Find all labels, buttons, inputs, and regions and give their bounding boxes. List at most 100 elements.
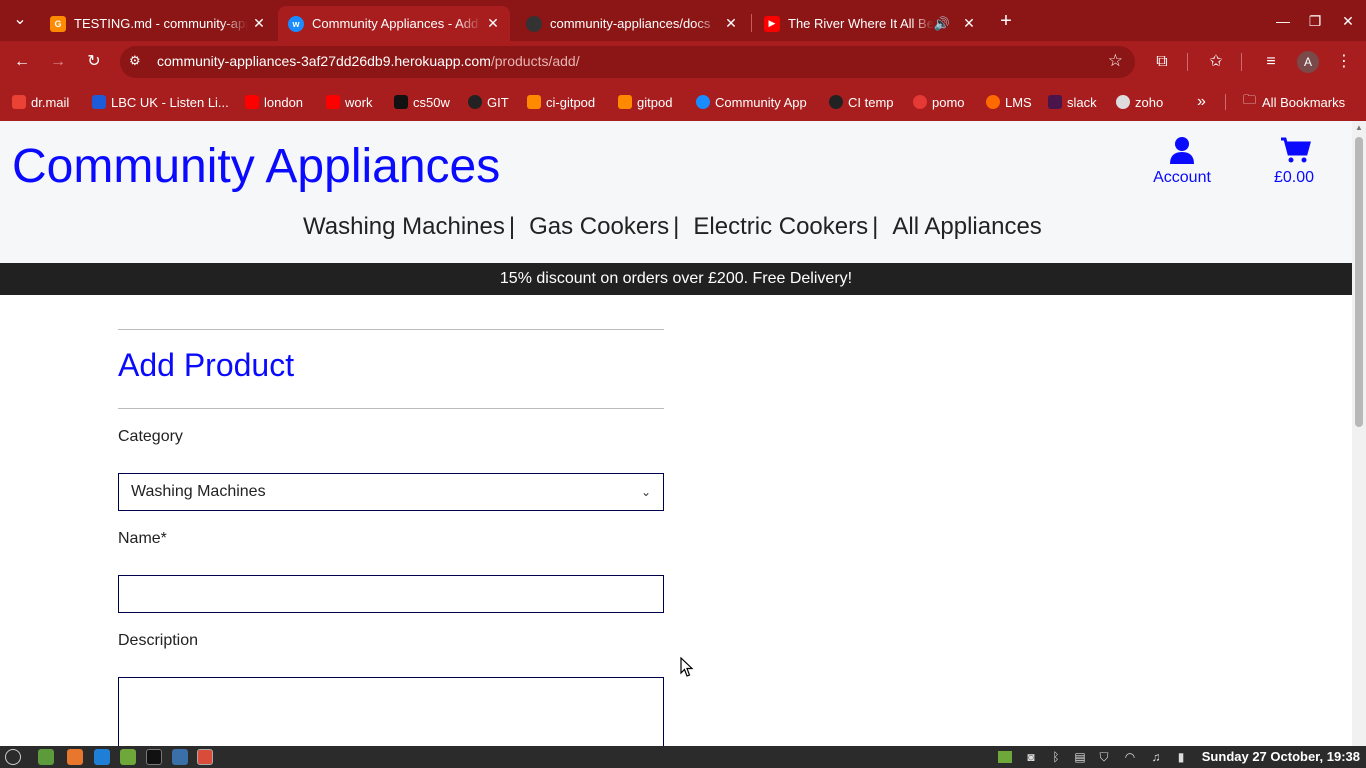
bookmark-label: pomo xyxy=(932,94,965,110)
shopping-cart-icon xyxy=(1281,137,1311,163)
back-icon[interactable]: ← xyxy=(10,50,34,74)
bookmark-cs50w[interactable]: cs50w xyxy=(394,92,450,112)
bookmark-label: CI temp xyxy=(848,94,894,110)
bookmark-label: ci-gitpod xyxy=(546,94,596,110)
lbc-icon xyxy=(92,95,106,109)
terminal-icon[interactable] xyxy=(146,749,162,765)
tab-separator xyxy=(751,14,752,32)
site-logo[interactable]: Community Appliances xyxy=(12,139,500,194)
bluetooth-icon[interactable]: ᛒ xyxy=(1049,749,1063,765)
bookmark-slack[interactable]: slack xyxy=(1048,92,1097,112)
account-link[interactable]: Account xyxy=(1142,135,1222,187)
bookmark-ci-temp[interactable]: CI temp xyxy=(829,92,894,112)
close-window-icon[interactable]: ✕ xyxy=(1335,8,1361,34)
firefox-icon[interactable] xyxy=(67,749,83,765)
cart-link[interactable]: £0.00 xyxy=(1254,135,1334,187)
category-label: Category xyxy=(118,428,183,445)
screenshot-icon[interactable] xyxy=(172,749,188,765)
close-icon[interactable]: ✕ xyxy=(720,15,742,32)
restore-icon[interactable]: ❐ xyxy=(1302,8,1328,34)
bookmark-git[interactable]: GIT xyxy=(468,92,509,112)
tab-testing-md[interactable]: G TESTING.md - community-appliances ✕ xyxy=(40,6,276,41)
page-title: Add Product xyxy=(118,347,295,383)
bookmark-gitpod[interactable]: gitpod xyxy=(618,92,672,112)
bookmarks-bar: dr.mail LBC UK - Listen Li... london wor… xyxy=(0,83,1366,121)
os-taskbar: ◙ ᛒ ▤ ⛉ ◠ ♫ ▮ Sunday 27 October, 19:38 xyxy=(0,746,1366,768)
address-bar[interactable]: ⚙ community-appliances-3af27dd26db9.hero… xyxy=(120,46,1135,78)
nav-electric-cookers[interactable]: Electric Cookers xyxy=(693,213,868,240)
bookmark-label: Community App xyxy=(715,94,807,110)
profile-avatar[interactable]: A xyxy=(1297,51,1319,73)
nav-washing-machines[interactable]: Washing Machines xyxy=(303,213,505,240)
description-label: Description xyxy=(118,632,199,649)
show-desktop-icon[interactable] xyxy=(38,749,54,765)
bookmark-lms[interactable]: LMS xyxy=(986,92,1032,112)
nav-all-appliances[interactable]: All Appliances xyxy=(892,213,1041,240)
tab-strip: ⌄ G TESTING.md - community-appliances ✕ … xyxy=(0,0,1366,41)
all-bookmarks-folder[interactable]: 🗀 All Bookmarks xyxy=(1243,92,1345,112)
mouse-pointer-icon xyxy=(680,657,694,677)
music-note-icon[interactable]: ♫ xyxy=(1149,749,1163,765)
nav-gas-cookers[interactable]: Gas Cookers xyxy=(529,213,669,240)
scroll-thumb[interactable] xyxy=(1355,137,1363,427)
bookmarks-overflow-button[interactable]: » xyxy=(1197,92,1206,112)
description-textarea[interactable] xyxy=(118,677,664,746)
extensions-icon[interactable]: ⧉ xyxy=(1150,50,1174,74)
scroll-up-icon[interactable]: ▲ xyxy=(1355,124,1363,132)
tab-title: Community Appliances - Add Product xyxy=(312,16,482,31)
start-menu-icon[interactable] xyxy=(5,749,21,765)
minimize-icon[interactable]: — xyxy=(1270,8,1296,34)
bookmark-label: london xyxy=(264,94,304,110)
category-selected-value: Washing Machines xyxy=(131,483,266,500)
system-clock[interactable]: Sunday 27 October, 19:38 xyxy=(1202,749,1360,764)
category-select[interactable]: Washing Machines ⌄ xyxy=(118,473,664,511)
bookmark-lbc[interactable]: LBC UK - Listen Li... xyxy=(92,92,229,112)
menu-kebab-icon[interactable]: ⋮ xyxy=(1332,50,1356,74)
youtube-icon: ▶ xyxy=(764,15,780,32)
page-scrollbar[interactable]: ▲ xyxy=(1352,121,1366,746)
name-input[interactable] xyxy=(118,575,664,613)
site-info-icon[interactable]: ⚙ xyxy=(129,53,147,71)
bookmark-community-app[interactable]: Community App xyxy=(696,92,807,112)
user-icon xyxy=(1170,137,1194,164)
bookmark-dr-mail[interactable]: dr.mail xyxy=(12,92,69,112)
github-icon xyxy=(829,95,843,109)
screenshot-tray-icon[interactable]: ◙ xyxy=(1024,749,1038,765)
nav-separator: | xyxy=(872,213,879,240)
account-label: Account xyxy=(1153,169,1211,186)
bookmark-label: work xyxy=(345,94,373,110)
reload-icon[interactable]: ↻ xyxy=(82,50,106,74)
tab-community-appliances[interactable]: w Community Appliances - Add Product ✕ xyxy=(278,6,510,41)
wifi-icon[interactable]: ◠ xyxy=(1123,749,1137,765)
bookmarks-panel-icon[interactable]: ✩ xyxy=(1204,50,1228,74)
new-tab-button[interactable]: + xyxy=(993,8,1019,34)
bookmark-zoho[interactable]: zoho xyxy=(1116,92,1163,112)
speaker-icon[interactable]: 🔊 xyxy=(934,16,950,32)
close-icon[interactable]: ✕ xyxy=(248,15,270,32)
gitpod-icon xyxy=(618,95,632,109)
media-control-icon[interactable]: ≡ xyxy=(1259,50,1283,74)
close-icon[interactable]: ✕ xyxy=(958,15,980,32)
bookmark-pomo[interactable]: pomo xyxy=(913,92,965,112)
bookmark-star-icon[interactable]: ☆ xyxy=(1108,51,1123,71)
github-icon xyxy=(468,95,482,109)
vscode-icon[interactable] xyxy=(94,749,110,765)
bookmark-work[interactable]: work xyxy=(326,92,372,112)
battery-icon[interactable]: ▮ xyxy=(1174,749,1188,765)
tab-youtube[interactable]: ▶ The River Where It All Began 🔊 ✕ xyxy=(754,6,986,41)
site-header: Community Appliances Account £0.00 Washi… xyxy=(0,121,1352,263)
wca-icon: w xyxy=(288,15,304,32)
folder-tray-icon[interactable] xyxy=(998,751,1012,763)
file-manager-icon[interactable] xyxy=(120,749,136,765)
toolbar-divider xyxy=(1241,53,1242,71)
close-icon[interactable]: ✕ xyxy=(482,15,504,32)
tab-search-icon[interactable]: ⌄ xyxy=(8,8,32,32)
bookmark-label: zoho xyxy=(1135,94,1164,110)
bookmark-ci-gitpod[interactable]: ci-gitpod xyxy=(527,92,595,112)
clipboard-icon[interactable]: ▤ xyxy=(1073,749,1087,765)
chrome-icon[interactable] xyxy=(197,749,213,765)
tab-github-docs[interactable]: community-appliances/docs ✕ xyxy=(516,6,748,41)
shield-icon[interactable]: ⛉ xyxy=(1097,749,1111,765)
forward-icon[interactable]: → xyxy=(46,50,70,74)
bookmark-london[interactable]: london xyxy=(245,92,303,112)
